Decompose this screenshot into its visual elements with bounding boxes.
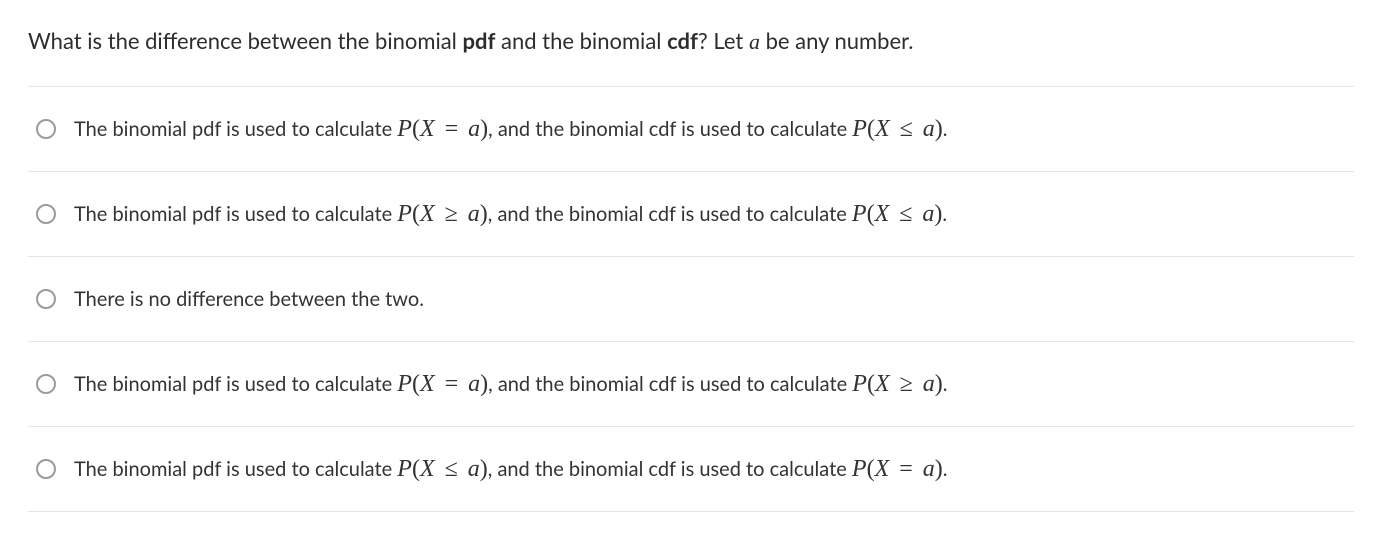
option-5[interactable]: The binomial pdf is used to calculate P(…: [28, 427, 1354, 512]
radio-icon: [36, 289, 56, 309]
option-label: The binomial pdf is used to calculate P(…: [74, 111, 948, 147]
radio-icon: [36, 204, 56, 224]
option-3[interactable]: There is no difference between the two.: [28, 257, 1354, 342]
question-text: What is the difference between the binom…: [28, 24, 1354, 58]
option-label: There is no difference between the two.: [74, 281, 424, 317]
radio-icon: [36, 459, 56, 479]
option-label: The binomial pdf is used to calculate P(…: [74, 196, 947, 232]
option-2[interactable]: The binomial pdf is used to calculate P(…: [28, 172, 1354, 257]
option-1[interactable]: The binomial pdf is used to calculate P(…: [28, 87, 1354, 172]
radio-icon: [36, 119, 56, 139]
options-list: The binomial pdf is used to calculate P(…: [28, 86, 1354, 512]
option-4[interactable]: The binomial pdf is used to calculate P(…: [28, 342, 1354, 427]
radio-icon: [36, 374, 56, 394]
option-label: The binomial pdf is used to calculate P(…: [74, 451, 948, 487]
option-label: The binomial pdf is used to calculate P(…: [74, 366, 948, 402]
